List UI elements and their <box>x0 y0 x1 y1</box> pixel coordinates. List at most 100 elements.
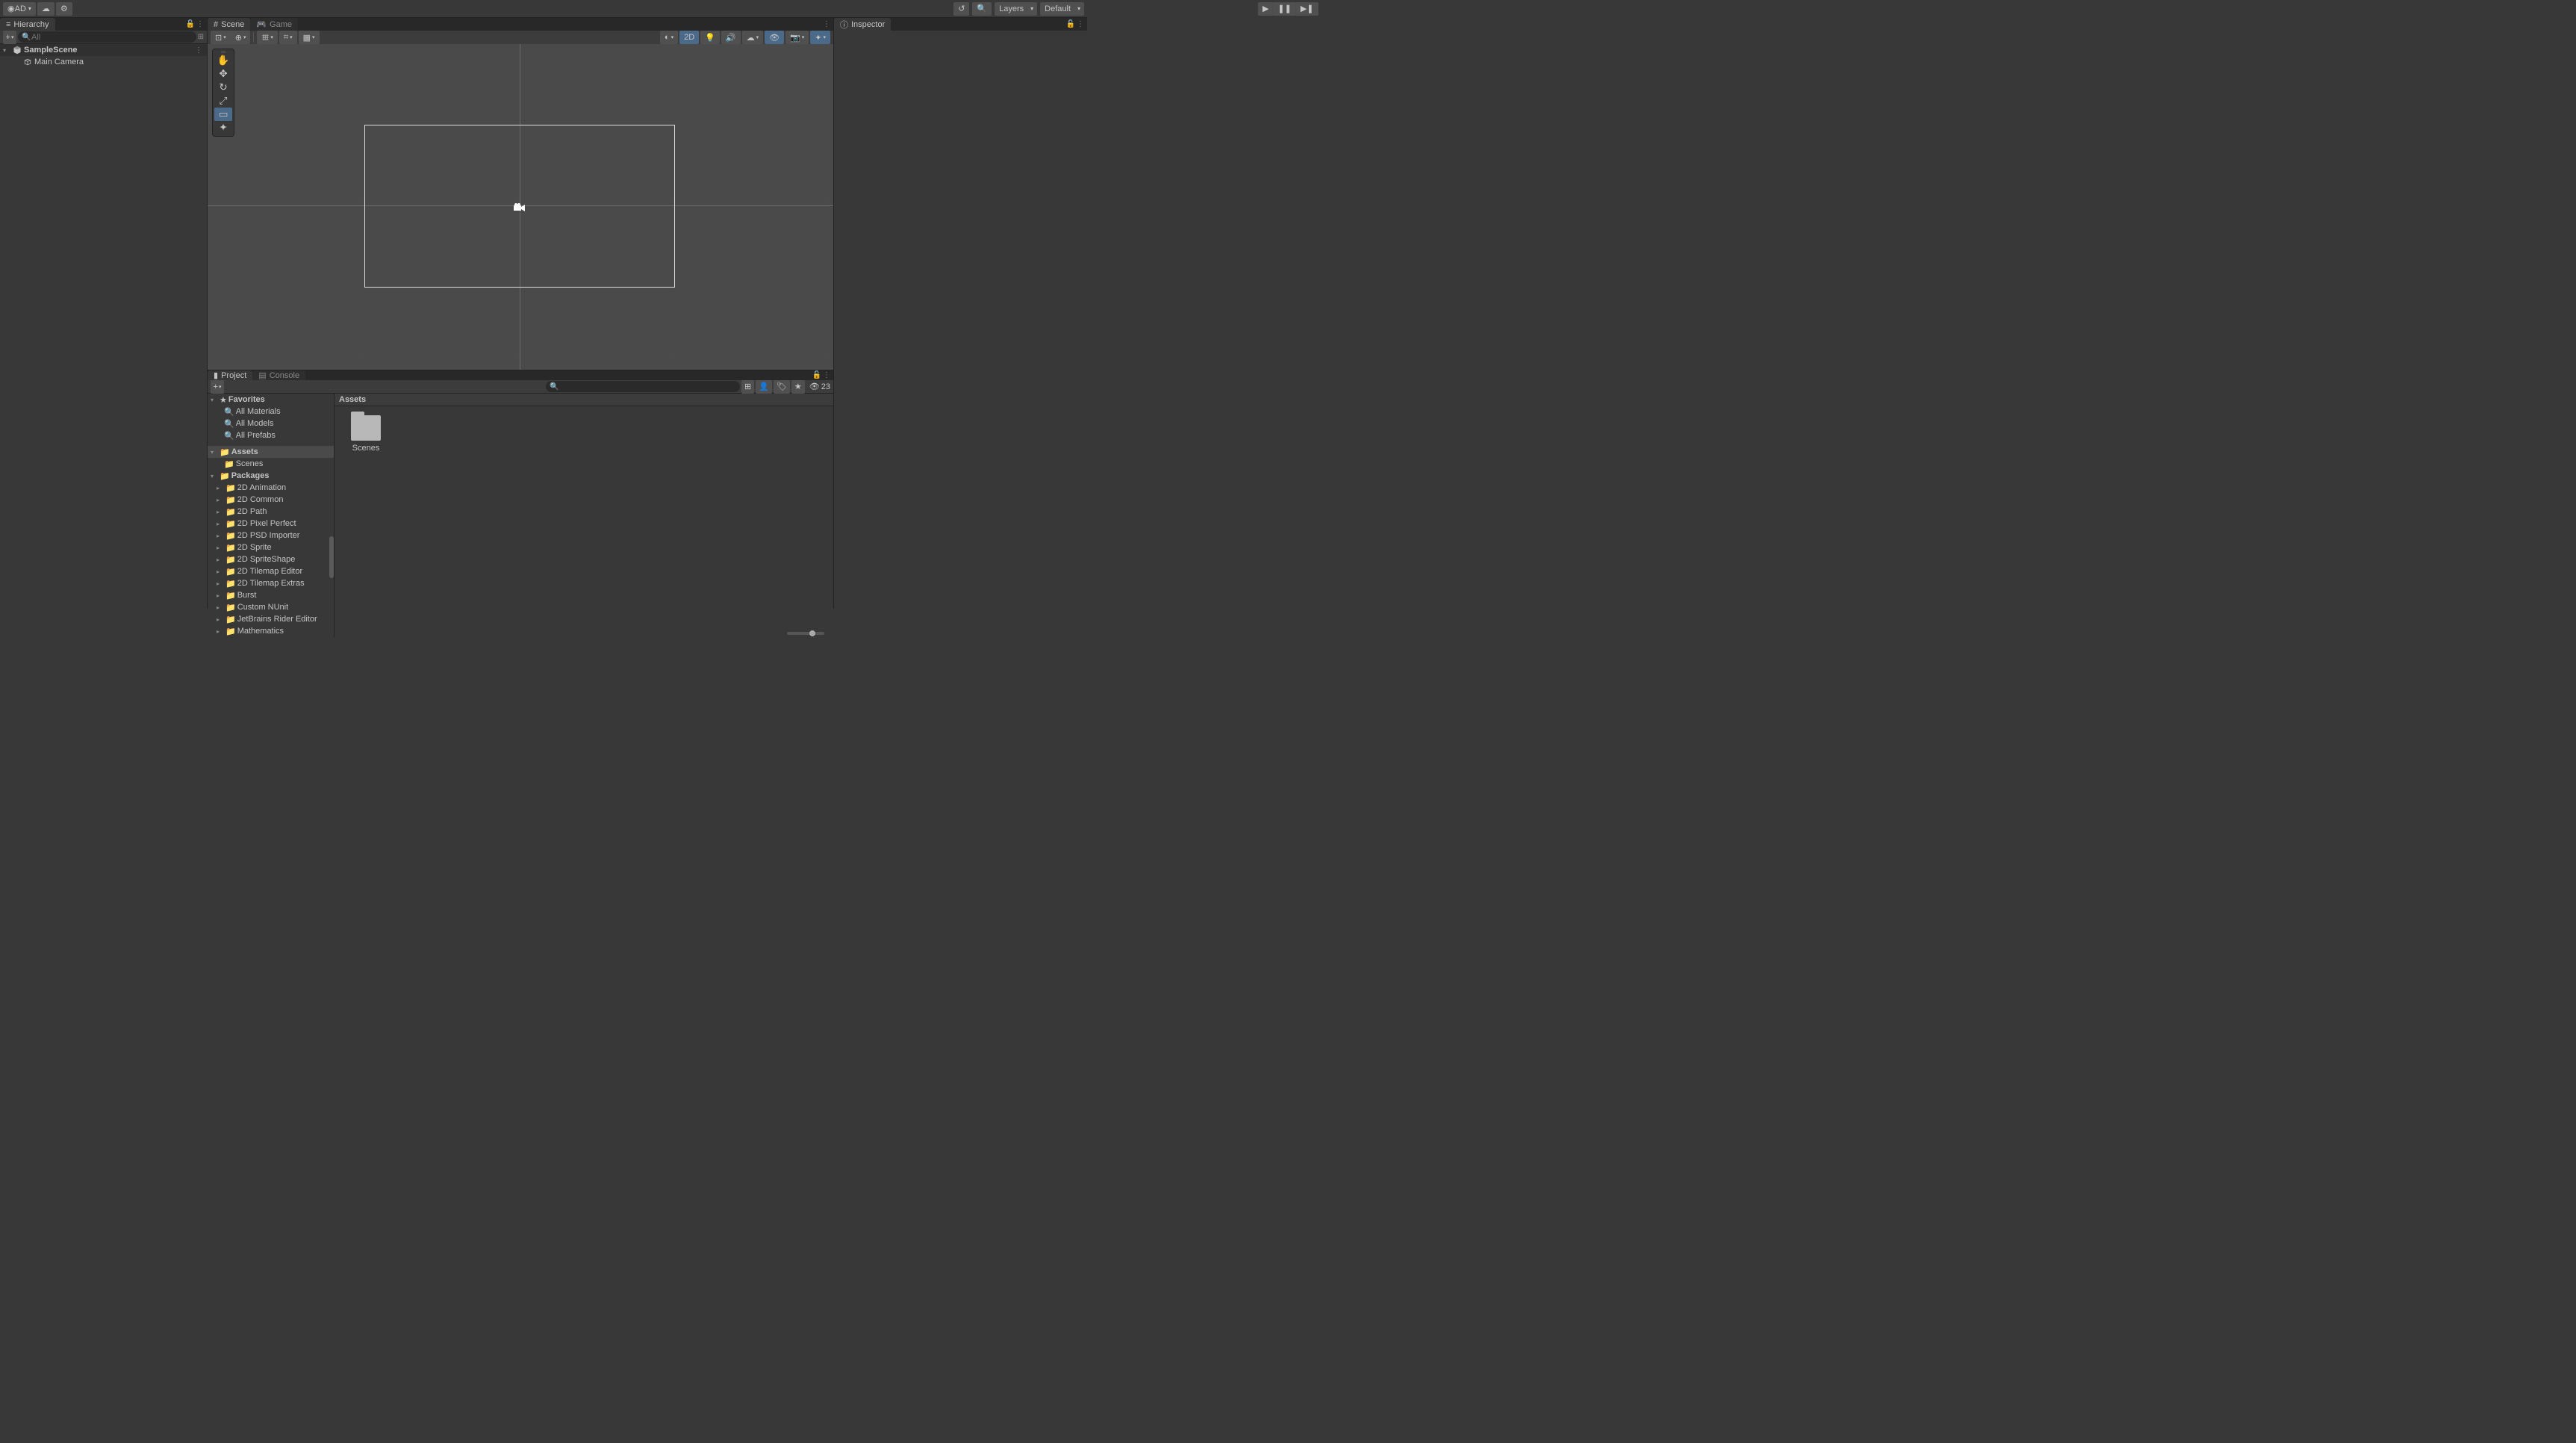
global-search-button[interactable]: 🔍 <box>972 2 992 16</box>
favorite-all-models[interactable]: 🔍All Models <box>208 418 334 429</box>
package-row[interactable]: ▸📁Burst <box>208 589 334 601</box>
project-search-input[interactable] <box>546 381 740 392</box>
lighting-button[interactable]: 💡 <box>700 31 720 44</box>
grid-visibility-button[interactable]: ▦▾ <box>299 31 320 44</box>
rotate-tool-button[interactable]: ↻ <box>214 81 232 94</box>
package-row[interactable]: ▸📁2D SpriteShape <box>208 553 334 565</box>
favorites-row[interactable]: ▾ ★ Favorites <box>208 394 334 406</box>
transform-tool-button[interactable]: ✦ <box>214 121 232 134</box>
slider-thumb[interactable] <box>809 630 815 636</box>
handle-rotation-button[interactable]: ⊕▾ <box>231 31 251 44</box>
kebab-icon[interactable]: ⋮ <box>1077 20 1084 28</box>
visibility-button[interactable]: 👁 <box>765 31 784 44</box>
hierarchy-search-input[interactable] <box>18 31 196 43</box>
expand-arrow-icon[interactable]: ▾ <box>211 449 218 456</box>
tab-project[interactable]: ▮ Project <box>208 370 252 380</box>
package-row[interactable]: ▸📁Custom NUnit <box>208 601 334 613</box>
grid-snap-button[interactable]: 𐄳▾ <box>257 31 277 44</box>
pivot-mode-button[interactable]: ⊡▾ <box>211 31 231 44</box>
project-tree[interactable]: ▾ ★ Favorites 🔍All Materials 🔍All Models… <box>208 394 335 637</box>
expand-arrow-icon[interactable]: ▸ <box>217 509 224 515</box>
account-dropdown[interactable]: ◉ AD ▾ <box>3 2 36 16</box>
search-scope-button[interactable]: ⊞ <box>741 380 754 394</box>
save-search-button[interactable]: ★ <box>791 380 805 394</box>
packages-row[interactable]: ▾ 📁 Packages <box>208 470 334 482</box>
expand-arrow-icon[interactable]: ▸ <box>217 616 224 623</box>
step-button[interactable]: ▶❚ <box>1296 2 1319 16</box>
folder-scenes[interactable]: 📁Scenes <box>208 458 334 470</box>
package-row[interactable]: ▸📁2D Sprite <box>208 541 334 553</box>
expand-arrow-icon[interactable]: ▸ <box>217 521 224 527</box>
favorite-all-prefabs[interactable]: 🔍All Prefabs <box>208 429 334 441</box>
package-row[interactable]: ▸📁2D PSD Importer <box>208 530 334 541</box>
package-row[interactable]: ▸📁2D Common <box>208 494 334 506</box>
kebab-icon[interactable]: ⋮ <box>823 371 830 379</box>
move-tool-button[interactable]: ✥ <box>214 67 232 81</box>
kebab-icon[interactable]: ⋮ <box>823 20 830 28</box>
hand-tool-button[interactable]: ✋ <box>214 54 232 67</box>
tab-console[interactable]: ▤ Console <box>252 370 305 380</box>
package-row[interactable]: ▸📁JetBrains Rider Editor <box>208 613 334 625</box>
package-row[interactable]: ▸📁2D Pixel Perfect <box>208 518 334 530</box>
tab-scene[interactable]: # Scene <box>208 18 250 31</box>
undo-history-button[interactable]: ↺ <box>953 2 969 16</box>
expand-arrow-icon[interactable]: ▸ <box>217 497 224 503</box>
breadcrumb[interactable]: Assets <box>335 394 833 406</box>
expand-arrow-icon[interactable]: ▸ <box>217 485 224 491</box>
expand-arrow-icon[interactable]: ▸ <box>217 604 224 611</box>
hidden-indicator[interactable]: 👁 23 <box>809 382 830 391</box>
package-row[interactable]: ▸📁Mathematics <box>208 625 334 637</box>
label-filter-button[interactable]: 🏷 <box>774 380 790 394</box>
camera-button[interactable]: 📷▾ <box>785 31 809 44</box>
lock-icon[interactable]: 🔓 <box>1066 20 1075 28</box>
gameobject-main-camera[interactable]: Main Camera <box>0 56 207 68</box>
2d-toggle-button[interactable]: 2D <box>679 31 699 44</box>
expand-arrow-icon[interactable]: ▸ <box>217 556 224 563</box>
tab-hierarchy[interactable]: ≡ Hierarchy <box>0 18 55 31</box>
fx-button[interactable]: ☁▾ <box>742 31 764 44</box>
scene-picker-icon[interactable]: ⊞ <box>198 33 204 41</box>
expand-arrow-icon[interactable]: ▸ <box>217 580 224 587</box>
cloud-button[interactable]: ☁ <box>37 2 55 16</box>
layout-dropdown[interactable]: Default <box>1040 2 1084 16</box>
package-row[interactable]: ▸📁2D Path <box>208 506 334 518</box>
scene-row[interactable]: ▾ SampleScene ⋮ <box>0 44 207 56</box>
scene-menu-icon[interactable]: ⋮ <box>195 46 202 55</box>
expand-arrow-icon[interactable]: ▸ <box>217 533 224 539</box>
tab-game[interactable]: 🎮 Game <box>250 18 298 31</box>
camera-gizmo-icon[interactable] <box>513 202 526 214</box>
layers-dropdown[interactable]: Layers <box>995 2 1037 16</box>
play-button[interactable]: ▶ <box>1258 2 1273 16</box>
scene-viewport[interactable]: ═ ✋ ✥ ↻ ⤢ ▭ ✦ <box>208 44 833 370</box>
kebab-icon[interactable]: ⋮ <box>196 20 204 28</box>
package-row[interactable]: ▸📁2D Animation <box>208 482 334 494</box>
add-dropdown[interactable]: +▾ <box>3 31 16 44</box>
pause-button[interactable]: ❚❚ <box>1273 2 1295 16</box>
rect-tool-button[interactable]: ▭ <box>214 108 232 121</box>
debug-draw-button[interactable]: ◐▾ <box>660 31 678 44</box>
lock-icon[interactable]: 🔓 <box>812 371 821 379</box>
expand-arrow-icon[interactable]: ▾ <box>3 47 10 54</box>
folder-grid[interactable]: Scenes <box>335 406 833 637</box>
expand-arrow-icon[interactable]: ▸ <box>217 544 224 551</box>
expand-arrow-icon[interactable]: ▸ <box>217 592 224 599</box>
expand-arrow-icon[interactable]: ▸ <box>217 568 224 575</box>
services-button[interactable]: ⚙ <box>56 2 72 16</box>
expand-arrow-icon[interactable]: ▾ <box>211 473 218 480</box>
package-row[interactable]: ▸📁2D Tilemap Extras <box>208 577 334 589</box>
favorite-all-materials[interactable]: 🔍All Materials <box>208 406 334 418</box>
audio-button[interactable]: 🔊 <box>721 31 741 44</box>
tab-inspector[interactable]: ⓘ Inspector <box>834 18 891 31</box>
type-filter-button[interactable]: 👤 <box>756 380 772 394</box>
snap-increment-button[interactable]: ⌗▾ <box>279 31 297 44</box>
lock-icon[interactable]: 🔓 <box>186 20 195 28</box>
assets-row[interactable]: ▾ 📁 Assets <box>208 446 334 458</box>
thumbnail-size-slider[interactable] <box>787 632 824 635</box>
gizmos-button[interactable]: ✦▾ <box>810 31 830 44</box>
folder-item-scenes[interactable]: Scenes <box>340 412 391 456</box>
expand-arrow-icon[interactable]: ▸ <box>217 628 224 635</box>
package-row[interactable]: ▸📁2D Tilemap Editor <box>208 565 334 577</box>
add-asset-dropdown[interactable]: +▾ <box>211 380 224 394</box>
scale-tool-button[interactable]: ⤢ <box>214 94 232 108</box>
expand-arrow-icon[interactable]: ▾ <box>211 397 218 403</box>
